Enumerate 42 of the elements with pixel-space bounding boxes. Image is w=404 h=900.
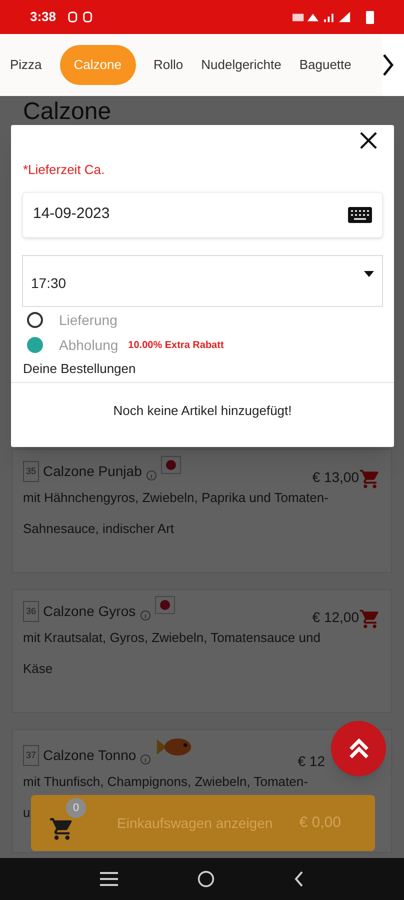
battery-icon — [366, 10, 374, 24]
discount-note: 10.00% Extra Rabatt — [128, 338, 224, 352]
item-description: mit Thunfisch, Champignons, Zwiebeln, Tomaten- — [23, 773, 308, 791]
flag-icon — [154, 596, 175, 614]
radio-label: Abholung — [59, 336, 118, 355]
orders-heading: Deine Bestellungen — [23, 360, 137, 378]
radio-button[interactable] — [27, 337, 43, 353]
time-select[interactable]: 17:30 — [22, 254, 383, 306]
delivery-time-label: *Lieferzeit Ca. — [23, 161, 106, 179]
item-price: € 13,00 — [312, 468, 359, 487]
item-price: € 12,00 — [312, 608, 359, 627]
cart-count-badge: 0 — [66, 798, 86, 818]
item-description: mit Krautsalat, Gyros, Zwiebeln, Tomatensauce und — [23, 629, 320, 647]
category-tab[interactable]: Pizza — [10, 45, 42, 85]
chevron-right-icon[interactable] — [382, 53, 394, 77]
item-number: 37 — [23, 744, 40, 766]
date-value: 14-09-2023 — [33, 204, 111, 224]
item-number: 36 — [23, 600, 40, 622]
empty-cart-message: Noch keine Artikel hinzugefügt! — [113, 402, 292, 420]
date-field[interactable]: 14-09-2023 — [22, 192, 383, 238]
time-value: 17:30 — [31, 274, 68, 292]
item-description: u — [23, 804, 30, 822]
status-time: 3:38 — [30, 8, 56, 26]
radio-label: Lieferung — [59, 310, 118, 330]
item-price: € 12 — [298, 752, 325, 771]
category-tab[interactable]: Nudelgerichte — [201, 45, 282, 85]
keyboard-icon[interactable] — [348, 206, 372, 222]
menu-icon[interactable] — [100, 872, 118, 886]
page-title: Calzone — [22, 97, 112, 124]
back-icon[interactable] — [294, 871, 304, 887]
dropdown-caret-icon — [364, 270, 374, 276]
item-description: Sahnesauce, indischer Art — [23, 520, 174, 538]
category-tab[interactable]: Rollo — [154, 45, 184, 85]
category-tab[interactable]: Baguette — [299, 45, 352, 85]
item-number: 35 — [23, 460, 40, 482]
close-icon[interactable] — [359, 131, 378, 150]
home-icon[interactable] — [196, 870, 215, 888]
item-description: mit Hähnchengyros, Zwiebeln, Paprika und Tomaten- — [23, 489, 328, 507]
radio-button[interactable] — [27, 312, 43, 328]
fish-icon — [155, 736, 194, 758]
item-description: Käse — [23, 660, 53, 678]
flag-icon — [160, 456, 181, 474]
